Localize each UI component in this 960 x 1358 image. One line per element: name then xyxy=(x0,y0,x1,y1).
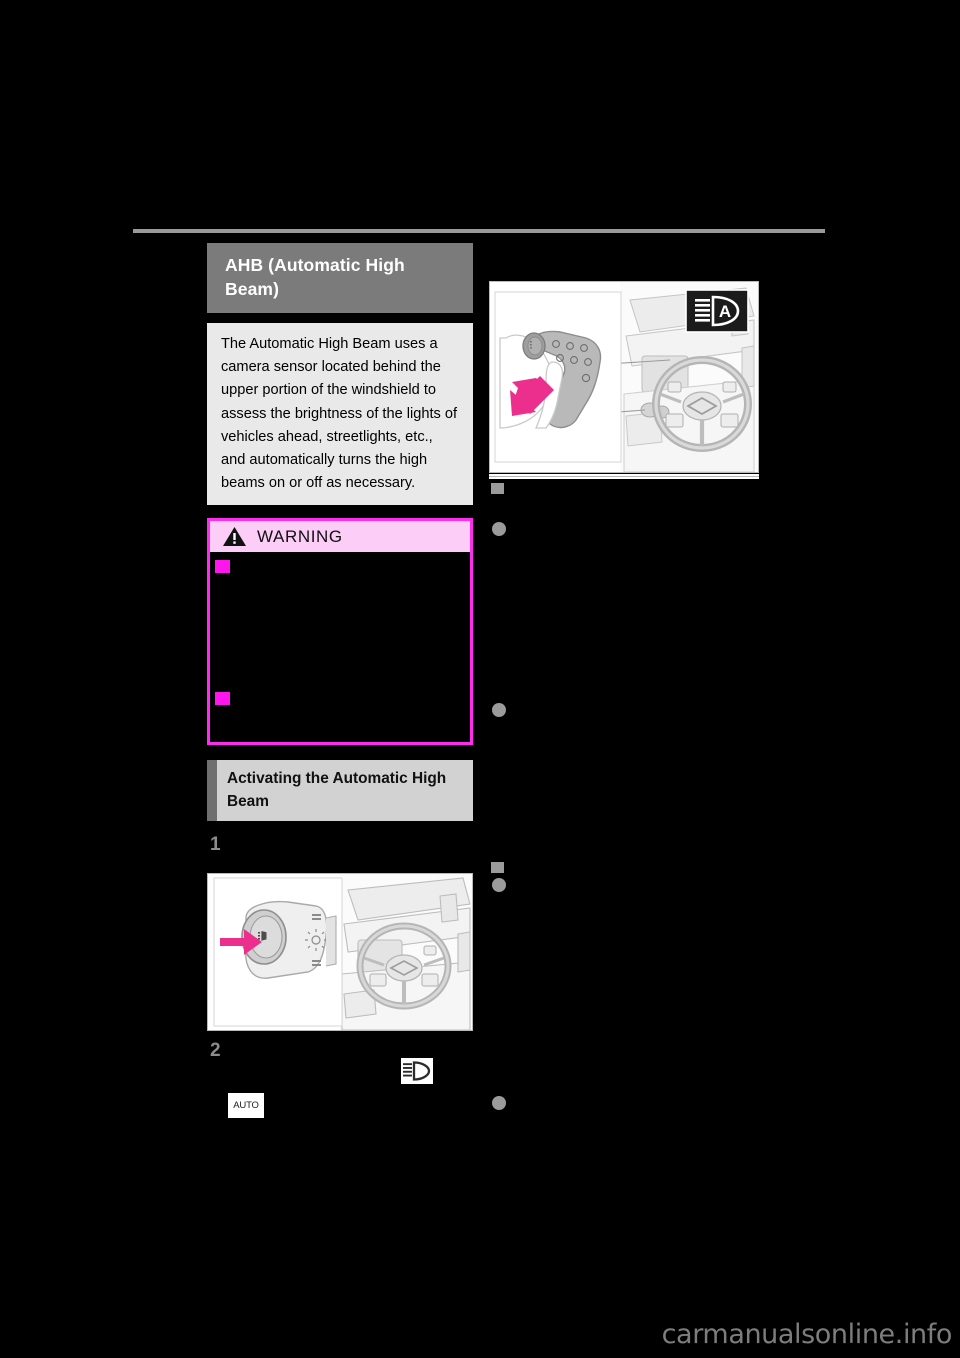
turn-signal-lever-illustration: A xyxy=(489,281,759,473)
step-number-2: 2 xyxy=(210,1040,221,1062)
high-beam-indicator-icon xyxy=(401,1058,433,1084)
intro-paragraph: The Automatic High Beam uses a camera se… xyxy=(207,323,473,506)
warning-box: WARNING xyxy=(207,518,473,746)
right-list-bullet xyxy=(492,878,506,892)
ahb-indicator-badge: A xyxy=(685,289,749,333)
right-list-bullet xyxy=(492,1096,506,1110)
warning-title: WARNING xyxy=(257,526,343,546)
warning-header: WARNING xyxy=(210,521,470,553)
warning-body xyxy=(210,552,470,743)
right-column: A xyxy=(489,243,759,473)
svg-text:A: A xyxy=(719,302,731,321)
sub-heading-label: Activating the Automatic High Beam xyxy=(227,770,447,811)
right-heading-square-bullet xyxy=(491,483,504,494)
step-number-1: 1 xyxy=(210,834,221,856)
right-list-bullet xyxy=(492,522,506,536)
section-heading-ahb: AHB (Automatic High Beam) xyxy=(207,243,473,313)
sub-heading-activating: Activating the Automatic High Beam xyxy=(207,760,473,822)
warning-bullet-marker xyxy=(215,692,230,706)
headlight-switch-illustration xyxy=(207,873,473,1032)
warning-triangle-icon xyxy=(223,527,246,547)
right-column-heading-rule xyxy=(489,474,759,479)
watermark: carmanualsonline.info xyxy=(661,1319,953,1350)
right-list-bullet xyxy=(492,703,506,717)
left-column: AHB (Automatic High Beam) The Automatic … xyxy=(207,243,473,1063)
sub-heading-tab xyxy=(207,760,217,822)
manual-page: AHB (Automatic High Beam) The Automatic … xyxy=(0,0,960,1358)
page-top-rule xyxy=(133,229,825,233)
warning-bullet-marker xyxy=(215,560,230,574)
auto-label: AUTO xyxy=(233,1100,259,1111)
auto-headlight-icon: AUTO xyxy=(228,1093,264,1118)
right-heading-square-bullet xyxy=(491,862,504,873)
